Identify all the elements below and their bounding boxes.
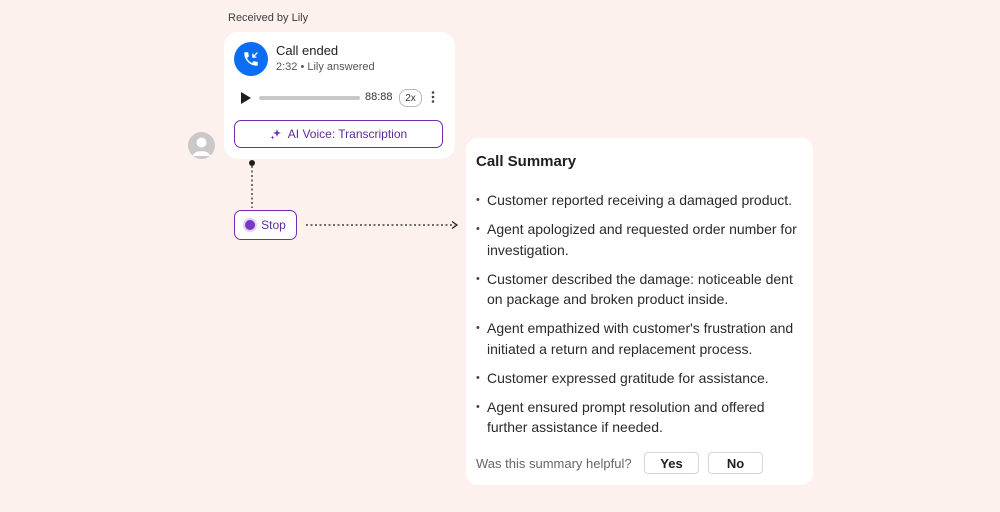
summary-item: Agent empathized with customer's frustra… [476,318,808,359]
summary-item: Customer reported receiving a damaged pr… [476,190,808,211]
call-summary-card: Call Summary Customer reported receiving… [466,138,813,485]
summary-item: Customer expressed gratitude for assista… [476,368,808,389]
stop-button[interactable]: Stop [234,210,297,240]
stop-button-label: Stop [261,218,286,232]
feedback-no-button[interactable]: No [708,452,763,474]
feedback-yes-button[interactable]: Yes [644,452,699,474]
feedback-question: Was this summary helpful? [476,456,632,471]
summary-item: Customer described the damage: noticeabl… [476,269,808,310]
summary-item: Agent apologized and requested order num… [476,219,808,260]
summary-list: Customer reported receiving a damaged pr… [476,190,808,446]
call-summary-title: Call Summary [476,153,577,170]
stop-icon [245,220,256,230]
summary-item: Agent ensured prompt resolution and offe… [476,397,808,438]
